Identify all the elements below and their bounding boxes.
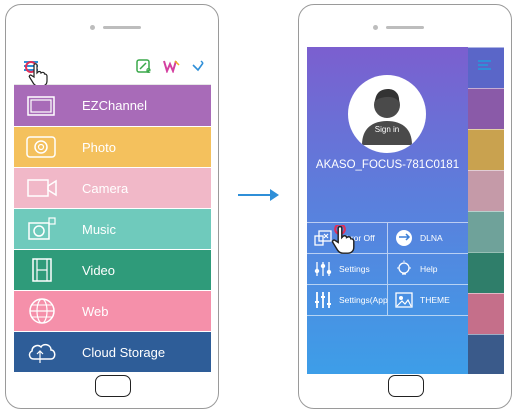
menu-item-label: Cloud Storage bbox=[82, 344, 166, 360]
sign-in-label[interactable]: Sign in bbox=[360, 125, 414, 134]
app-screen: e EZChannel Photo Camera Music Video Web Cloud… bbox=[14, 47, 211, 374]
transition-arrow-head bbox=[270, 189, 279, 201]
menu-list: EZChannel Photo Camera Music Video Web Cloud S… bbox=[14, 85, 211, 372]
dimmed-menu-segment bbox=[468, 334, 504, 374]
menu-item-label: Camera bbox=[82, 180, 129, 196]
menu-item-camera[interactable]: Camera bbox=[14, 167, 211, 208]
speaker-grille bbox=[103, 26, 141, 29]
menu-item-photo[interactable]: Photo bbox=[14, 126, 211, 167]
transition-arrow-line bbox=[238, 194, 272, 196]
drawer-grid-row: Settings(App THEME bbox=[307, 285, 468, 316]
film-icon bbox=[22, 256, 62, 284]
drawer-button-label: DLNA bbox=[420, 233, 443, 243]
camera-dot bbox=[90, 25, 95, 30]
equalizer-icon bbox=[313, 291, 333, 309]
tap-hand-icon bbox=[28, 63, 48, 87]
mirror-icon bbox=[313, 229, 333, 247]
drawer-help-button[interactable]: Help bbox=[388, 254, 468, 284]
drawer-button-label: Settings(App bbox=[339, 295, 388, 305]
drawer-button-label: Help bbox=[420, 264, 438, 274]
home-button[interactable] bbox=[95, 375, 131, 397]
hamburger-menu-icon[interactable] bbox=[476, 57, 494, 73]
home-button[interactable] bbox=[388, 375, 424, 397]
drawer-settings-button[interactable]: Settings bbox=[307, 254, 388, 284]
drawer-settings-app-button[interactable]: Settings(App bbox=[307, 285, 388, 315]
device-name: AKASO_FOCUS-781C0181 bbox=[315, 159, 460, 171]
top-right-icons: e bbox=[136, 58, 205, 74]
dimmed-menu-segment bbox=[468, 88, 504, 129]
sliders-icon bbox=[313, 260, 333, 278]
dimmed-menu-segment bbox=[468, 170, 504, 211]
dlna-icon bbox=[394, 229, 414, 247]
speaker-grille bbox=[386, 26, 424, 29]
tap-hand-icon bbox=[331, 225, 355, 254]
dimmed-menu-segment bbox=[468, 252, 504, 293]
cloud-icon bbox=[22, 338, 62, 366]
drawer-theme-button[interactable]: THEME bbox=[388, 285, 468, 315]
dimmed-menu-strip[interactable] bbox=[468, 47, 504, 374]
menu-item-video[interactable]: Video bbox=[14, 249, 211, 290]
camera-dot bbox=[373, 25, 378, 30]
music-camera-icon bbox=[22, 215, 62, 243]
check-download-icon[interactable] bbox=[191, 59, 205, 73]
menu-item-web[interactable]: Web bbox=[14, 290, 211, 331]
menu-item-cloud-storage[interactable]: Cloud Storage bbox=[14, 331, 211, 372]
menu-item-label: EZChannel bbox=[82, 98, 148, 113]
svg-text:e: e bbox=[146, 65, 151, 74]
video-camera-icon bbox=[22, 174, 62, 202]
drawer-grid-row: Settings Help bbox=[307, 254, 468, 285]
top-bar: e bbox=[14, 47, 211, 87]
user-avatar[interactable]: Sign in bbox=[348, 75, 426, 153]
phone-frame-right: Sign in AKASO_FOCUS-781C0181 Mirror Off D… bbox=[298, 4, 512, 409]
globe-icon bbox=[22, 297, 62, 325]
menu-item-label: Video bbox=[82, 262, 116, 278]
user-silhouette-icon bbox=[362, 89, 412, 145]
side-drawer: Sign in AKASO_FOCUS-781C0181 Mirror Off D… bbox=[307, 47, 468, 374]
tv-icon bbox=[22, 92, 62, 120]
drawer-button-label: THEME bbox=[420, 295, 450, 305]
wifi-w-icon[interactable] bbox=[163, 59, 181, 73]
theme-icon bbox=[394, 291, 414, 309]
dimmed-menu-segment bbox=[468, 211, 504, 252]
app-screen-drawer-open: Sign in AKASO_FOCUS-781C0181 Mirror Off D… bbox=[307, 47, 504, 374]
phone-frame-left: e EZChannel Photo Camera Music Video Web Cloud… bbox=[5, 4, 219, 409]
dimmed-menu-segment bbox=[468, 293, 504, 334]
menu-item-music[interactable]: Music bbox=[14, 208, 211, 249]
menu-item-label: Music bbox=[82, 221, 116, 237]
drawer-dlna-button[interactable]: DLNA bbox=[388, 223, 468, 253]
dimmed-menu-segment bbox=[468, 129, 504, 170]
menu-item-ezchannel[interactable]: EZChannel bbox=[14, 85, 211, 126]
menu-item-label: Photo bbox=[82, 139, 116, 155]
drawer-button-label: Settings bbox=[339, 264, 370, 274]
edit-e-icon[interactable]: e bbox=[136, 58, 153, 74]
camera-lens-icon bbox=[22, 133, 62, 161]
help-bulb-icon bbox=[394, 260, 414, 278]
menu-item-label: Web bbox=[82, 303, 109, 319]
